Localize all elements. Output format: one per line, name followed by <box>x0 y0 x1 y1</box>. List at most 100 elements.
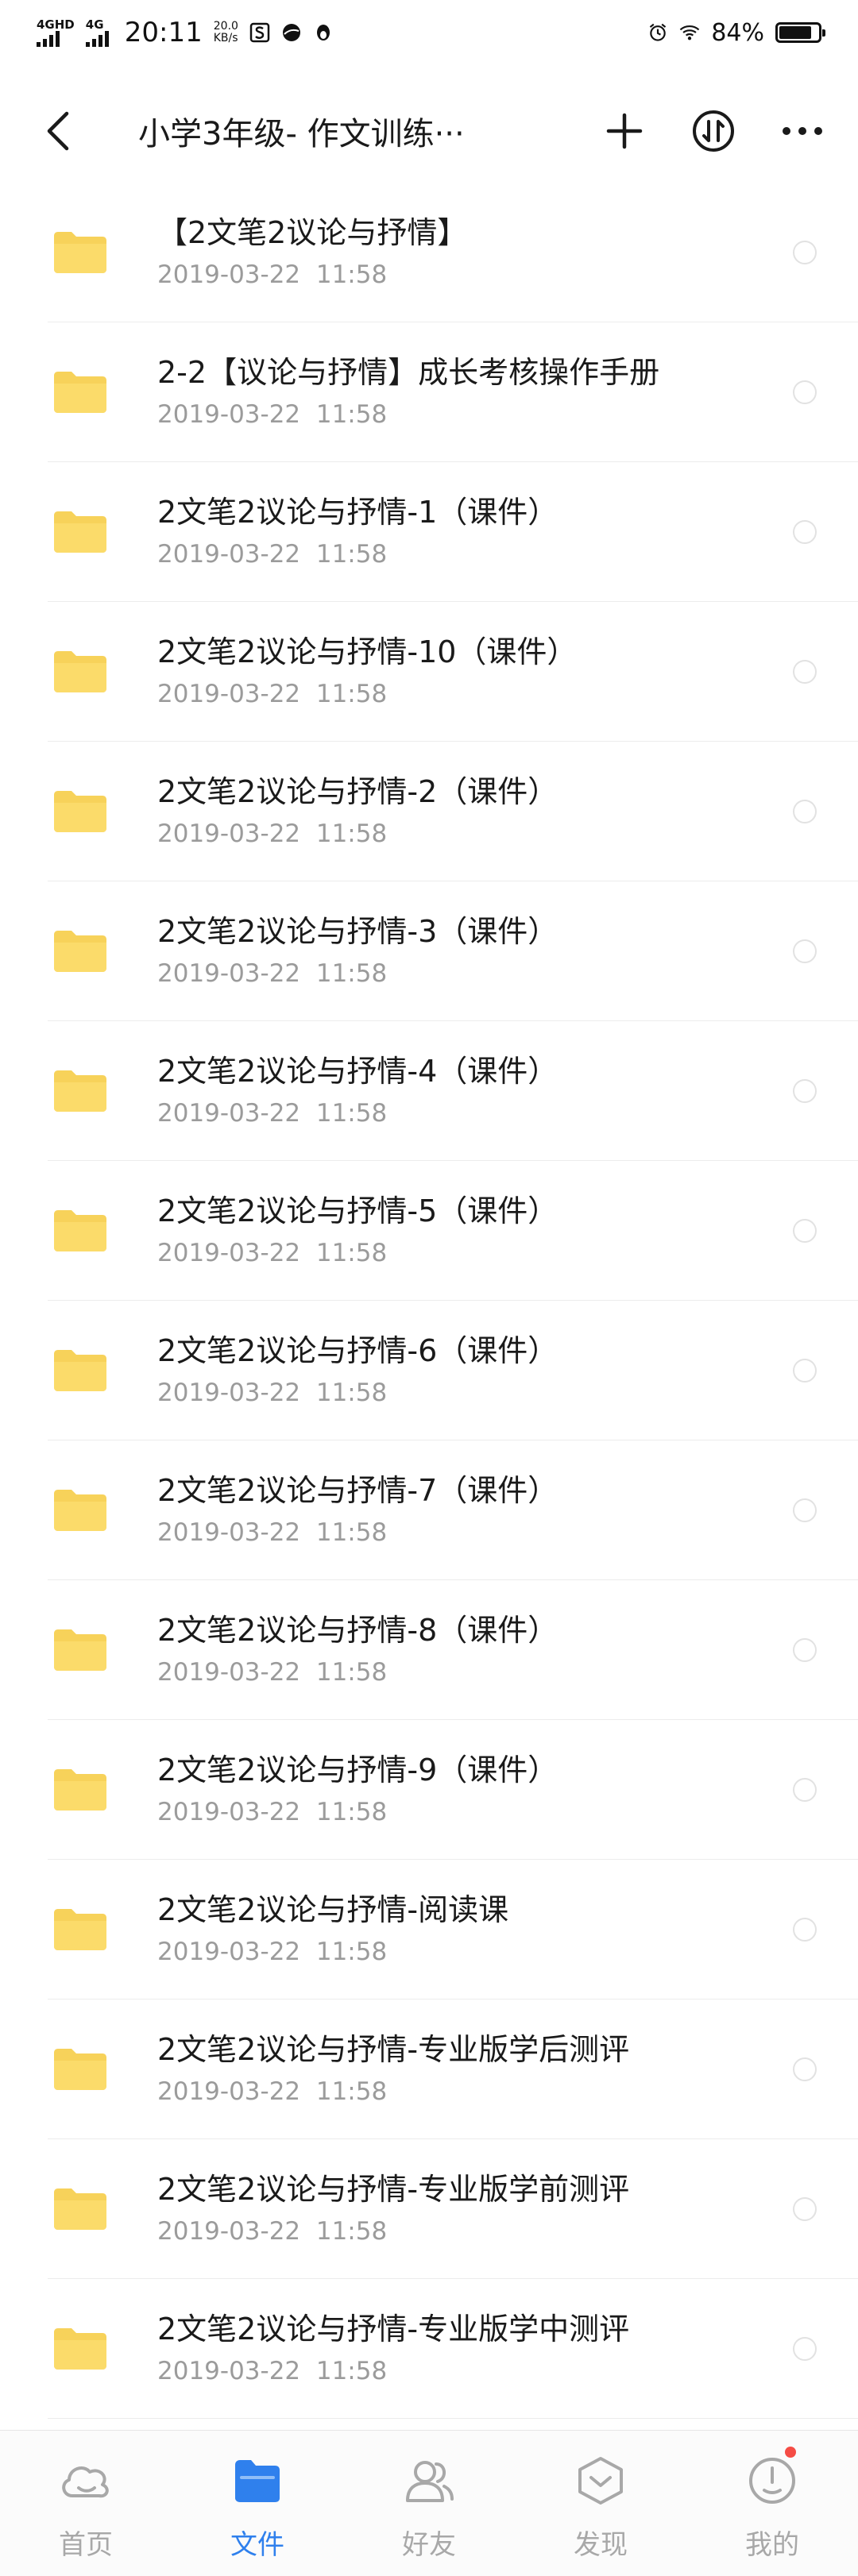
file-row[interactable]: 2文笔2议论与抒情-8（课件） 2019-03-22 11:58 <box>0 1580 858 1720</box>
file-text: 2文笔2议论与抒情-1（课件） 2019-03-22 11:58 <box>157 492 763 570</box>
more-icon[interactable] <box>779 107 826 155</box>
file-text: 2文笔2议论与抒情-2（课件） 2019-03-22 11:58 <box>157 772 763 850</box>
file-date: 2019-03-22 11:58 <box>157 400 388 429</box>
signal-icon <box>37 30 60 47</box>
nav-files[interactable]: 文件 <box>172 2431 343 2576</box>
nav-discover[interactable]: 发现 <box>515 2431 686 2576</box>
select-checkbox[interactable] <box>793 800 817 823</box>
select-checkbox[interactable] <box>793 660 817 684</box>
file-row[interactable]: 2文笔2议论与抒情-专业版学后测评 2019-03-22 11:58 <box>0 1999 858 2139</box>
file-date: 2019-03-22 11:58 <box>157 1379 388 1407</box>
network-label-2: 4G <box>85 17 104 32</box>
file-name: 2文笔2议论与抒情-7（课件） <box>157 1473 558 1508</box>
file-date: 2019-03-22 11:58 <box>157 2077 388 2106</box>
folder-icon <box>52 790 108 833</box>
file-date: 2019-03-22 11:58 <box>157 2217 388 2246</box>
file-text: 2文笔2议论与抒情-7（课件） 2019-03-22 11:58 <box>157 1471 763 1548</box>
nav-label-files: 文件 <box>230 2529 284 2561</box>
file-name: 2文笔2议论与抒情-专业版学后测评 <box>157 2032 630 2067</box>
penguin-icon <box>313 22 334 43</box>
folder-icon <box>52 1768 108 1811</box>
select-checkbox[interactable] <box>793 1918 817 1942</box>
sort-icon[interactable] <box>690 107 737 155</box>
select-checkbox[interactable] <box>793 241 817 264</box>
folder-icon <box>52 1489 108 1532</box>
file-date: 2019-03-22 11:58 <box>157 1518 388 1547</box>
file-row[interactable]: 2-2【议论与抒情】成长考核操作手册 2019-03-22 11:58 <box>0 322 858 462</box>
file-text: 【2文笔2议论与抒情】 2019-03-22 11:58 <box>157 213 763 291</box>
s-icon <box>249 22 270 43</box>
file-text: 2文笔2议论与抒情-8（课件） 2019-03-22 11:58 <box>157 1610 763 1688</box>
nav-friends[interactable]: 好友 <box>343 2431 515 2576</box>
file-name: 2文笔2议论与抒情-3（课件） <box>157 914 558 949</box>
title-bar: 小学3年级- 作文训练··· <box>0 79 858 183</box>
discover-icon <box>573 2453 628 2509</box>
net-speed: 20.0 KB/s <box>214 21 238 44</box>
signal-icon <box>85 30 109 47</box>
nav-label-friends: 好友 <box>402 2529 456 2561</box>
file-text: 2文笔2议论与抒情-5（课件） 2019-03-22 11:58 <box>157 1191 763 1269</box>
file-text: 2-2【议论与抒情】成长考核操作手册 2019-03-22 11:58 <box>157 353 763 430</box>
file-row[interactable]: 2文笔2议论与抒情-7（课件） 2019-03-22 11:58 <box>0 1440 858 1580</box>
plus-icon[interactable] <box>601 107 648 155</box>
file-date: 2019-03-22 11:58 <box>157 1938 388 1966</box>
file-name: 2文笔2议论与抒情-阅读课 <box>157 1892 509 1927</box>
select-checkbox[interactable] <box>793 1778 817 1802</box>
file-row[interactable]: 2文笔2议论与抒情-阅读课 2019-03-22 11:58 <box>0 1860 858 1999</box>
select-checkbox[interactable] <box>793 1498 817 1522</box>
file-row[interactable]: 2文笔2议论与抒情-4（课件） 2019-03-22 11:58 <box>0 1021 858 1161</box>
status-bar: 4GHD 4G 20:11 20.0 KB/s 84% <box>0 0 858 65</box>
net-speed-unit: KB/s <box>213 32 238 44</box>
file-row[interactable]: 2文笔2议论与抒情-1（课件） 2019-03-22 11:58 <box>0 462 858 602</box>
select-checkbox[interactable] <box>793 2057 817 2081</box>
battery-percent: 84% <box>711 18 764 47</box>
file-row[interactable]: 2文笔2议论与抒情-6（课件） 2019-03-22 11:58 <box>0 1301 858 1440</box>
select-checkbox[interactable] <box>793 1359 817 1382</box>
nav-home[interactable]: 首页 <box>0 2431 172 2576</box>
file-row[interactable]: 2文笔2议论与抒情-5（课件） 2019-03-22 11:58 <box>0 1161 858 1301</box>
select-checkbox[interactable] <box>793 520 817 544</box>
file-name: 2文笔2议论与抒情-专业版学前测评 <box>157 2172 630 2207</box>
folder-icon <box>52 2327 108 2370</box>
file-row[interactable]: 2文笔2议论与抒情-10（课件） 2019-03-22 11:58 <box>0 602 858 742</box>
file-date: 2019-03-22 11:58 <box>157 1658 388 1687</box>
file-row[interactable]: 2文笔2议论与抒情-专业版学前测评 2019-03-22 11:58 <box>0 2139 858 2279</box>
select-checkbox[interactable] <box>793 1219 817 1243</box>
folder-icon <box>52 2188 108 2231</box>
back-icon[interactable] <box>35 107 83 155</box>
folder-icon <box>52 1908 108 1951</box>
file-row[interactable]: 2文笔2议论与抒情-9（课件） 2019-03-22 11:58 <box>0 1720 858 1860</box>
title-actions <box>601 107 826 155</box>
file-text: 2文笔2议论与抒情-9（课件） 2019-03-22 11:58 <box>157 1750 763 1828</box>
ball-icon <box>281 22 302 43</box>
file-date: 2019-03-22 11:58 <box>157 680 388 708</box>
network-label-1: 4GHD <box>37 17 75 32</box>
file-name: 2文笔2议论与抒情-6（课件） <box>157 1333 558 1368</box>
file-name: 2文笔2议论与抒情-4（课件） <box>157 1054 558 1089</box>
file-text: 2文笔2议论与抒情-4（课件） 2019-03-22 11:58 <box>157 1051 763 1129</box>
file-list: 【2文笔2议论与抒情】 2019-03-22 11:58 2-2【议论与抒情】成长考… <box>0 183 858 2430</box>
clock: 20:11 <box>124 17 203 48</box>
folder-icon <box>52 371 108 414</box>
select-checkbox[interactable] <box>793 380 817 404</box>
nav-profile[interactable]: 我的 <box>686 2431 858 2576</box>
nav-label-discover: 发现 <box>574 2529 628 2561</box>
file-text: 2文笔2议论与抒情-阅读课 2019-03-22 11:58 <box>157 1890 763 1968</box>
folder-icon <box>52 650 108 693</box>
file-row[interactable]: 2文笔2议论与抒情【教案】 <box>0 2419 858 2430</box>
select-checkbox[interactable] <box>793 1079 817 1103</box>
file-date: 2019-03-22 11:58 <box>157 819 388 848</box>
file-row[interactable]: 2文笔2议论与抒情-3（课件） 2019-03-22 11:58 <box>0 881 858 1021</box>
select-checkbox[interactable] <box>793 2337 817 2361</box>
select-checkbox[interactable] <box>793 939 817 963</box>
file-row[interactable]: 2文笔2议论与抒情-专业版学中测评 2019-03-22 11:58 <box>0 2279 858 2419</box>
file-row[interactable]: 【2文笔2议论与抒情】 2019-03-22 11:58 <box>0 183 858 322</box>
file-date: 2019-03-22 11:58 <box>157 540 388 569</box>
wifi-icon <box>679 22 700 43</box>
select-checkbox[interactable] <box>793 2197 817 2221</box>
select-checkbox[interactable] <box>793 1638 817 1662</box>
file-name: 2文笔2议论与抒情-8（课件） <box>157 1613 558 1648</box>
status-left: 4GHD 4G 20:11 20.0 KB/s <box>37 17 334 48</box>
file-date: 2019-03-22 11:58 <box>157 260 388 289</box>
file-row[interactable]: 2文笔2议论与抒情-2（课件） 2019-03-22 11:58 <box>0 742 858 881</box>
